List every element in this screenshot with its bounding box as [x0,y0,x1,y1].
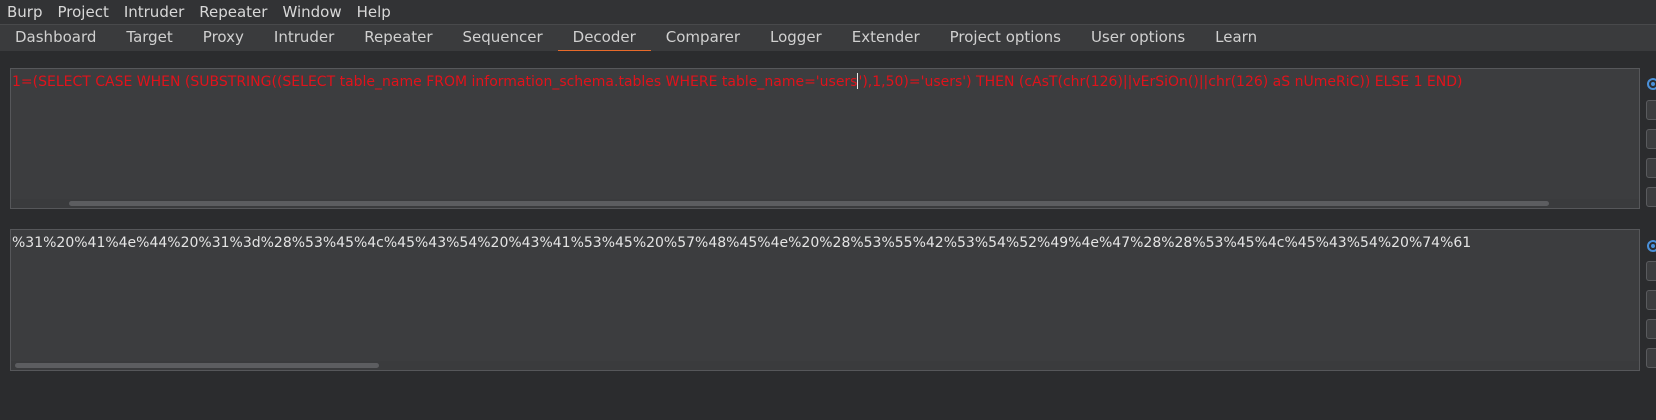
encode-as-dropdown[interactable] [1646,129,1656,149]
output-hash-dropdown[interactable] [1646,319,1656,339]
decoder-output-editor[interactable]: %31%20%41%4e%44%20%31%3d%28%53%45%4c%45%… [10,229,1640,371]
decoder-output-text[interactable]: %31%20%41%4e%44%20%31%3d%28%53%45%4c%45%… [12,234,1471,252]
decoder-input-editor[interactable]: 1=(SELECT CASE WHEN (SUBSTRING((SELECT t… [10,68,1640,209]
menu-help[interactable]: Help [350,0,399,24]
text-radio-icon[interactable] [1647,78,1656,90]
tab-dashboard[interactable]: Dashboard [0,25,111,51]
input-text-before-caret: 1=(SELECT CASE WHEN (SUBSTRING((SELECT t… [12,74,858,90]
tab-intruder[interactable]: Intruder [259,25,349,51]
tab-extender[interactable]: Extender [837,25,935,51]
tab-decoder[interactable]: Decoder [557,25,651,52]
input-scrollbar-thumb[interactable] [69,201,1549,206]
input-text-after-caret: '),1,50)='users') THEN (cAsT(chr(126)||v… [858,74,1463,90]
decoder-input-text[interactable]: 1=(SELECT CASE WHEN (SUBSTRING((SELECT t… [12,73,1462,91]
tab-comparer[interactable]: Comparer [651,25,755,51]
menu-repeater[interactable]: Repeater [192,0,275,24]
output-decode-as-dropdown[interactable] [1646,261,1656,281]
menu-intruder[interactable]: Intruder [117,0,192,24]
tab-user-options[interactable]: User options [1076,25,1200,51]
tab-target[interactable]: Target [111,25,187,51]
tab-logger[interactable]: Logger [755,25,837,51]
menu-project[interactable]: Project [51,0,117,24]
menu-window[interactable]: Window [275,0,349,24]
output-smart-decode-button[interactable] [1646,348,1656,368]
hash-dropdown[interactable] [1646,158,1656,178]
smart-decode-button[interactable] [1646,187,1656,207]
menu-burp[interactable]: Burp [0,0,51,24]
tab-sequencer[interactable]: Sequencer [448,25,558,51]
menu-bar: Burp Project Intruder Repeater Window He… [0,0,1656,24]
tab-repeater[interactable]: Repeater [349,25,447,51]
output-scrollbar-thumb[interactable] [15,363,379,368]
decode-as-dropdown[interactable] [1646,100,1656,120]
output-horizontal-scrollbar[interactable] [11,361,1639,370]
output-text-radio-icon[interactable] [1647,240,1656,252]
tab-proxy[interactable]: Proxy [188,25,259,51]
output-encode-as-dropdown[interactable] [1646,290,1656,310]
tab-learn[interactable]: Learn [1200,25,1272,51]
input-horizontal-scrollbar[interactable] [11,199,1639,208]
main-tab-bar: Dashboard Target Proxy Intruder Repeater… [0,24,1656,52]
tab-project-options[interactable]: Project options [935,25,1076,51]
decoder-panel: 1=(SELECT CASE WHEN (SUBSTRING((SELECT t… [0,51,1656,420]
